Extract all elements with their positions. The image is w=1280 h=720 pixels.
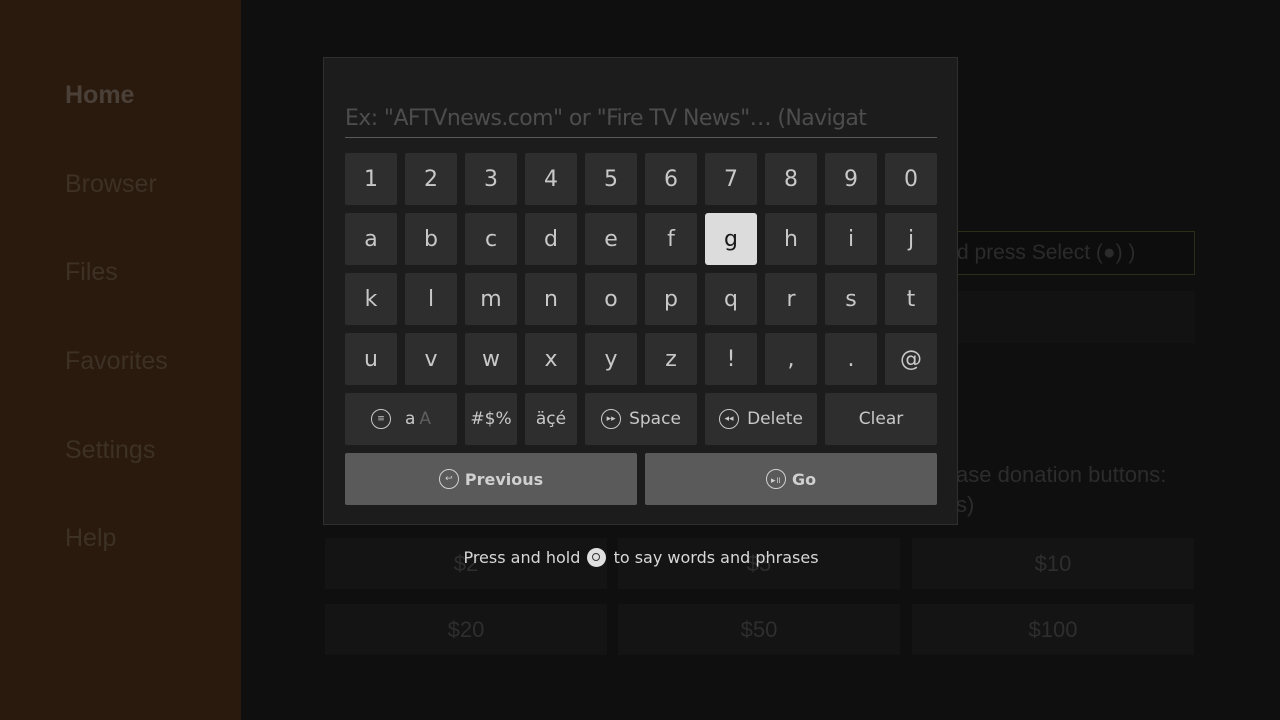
- sidebar: Home Browser Files Favorites Settings He…: [0, 0, 241, 720]
- back-icon: ↩: [438, 469, 459, 489]
- delete-key[interactable]: ◂◂ Delete: [705, 393, 817, 445]
- rewind-icon: ◂◂: [719, 409, 740, 429]
- search-input[interactable]: Ex: "AFTVnews.com" or "Fire TV News"… (N…: [345, 102, 937, 138]
- key-d[interactable]: d: [525, 213, 577, 265]
- key-0[interactable]: 0: [885, 153, 937, 205]
- donate-button-20[interactable]: $20: [325, 604, 607, 655]
- sidebar-item-settings[interactable]: Settings: [65, 436, 155, 465]
- key-c[interactable]: c: [465, 213, 517, 265]
- previous-button[interactable]: ↩ Previous: [345, 453, 637, 505]
- go-button[interactable]: ▸॥ Go: [645, 453, 937, 505]
- key-e[interactable]: e: [585, 213, 637, 265]
- key-@[interactable]: @: [885, 333, 937, 385]
- key-5[interactable]: 5: [585, 153, 637, 205]
- donate-button-100[interactable]: $100: [912, 604, 1194, 655]
- key-.[interactable]: .: [825, 333, 877, 385]
- key-f[interactable]: f: [645, 213, 697, 265]
- sidebar-item-browser[interactable]: Browser: [65, 170, 157, 199]
- key-n[interactable]: n: [525, 273, 577, 325]
- key-g[interactable]: g: [705, 213, 757, 265]
- sidebar-item-home[interactable]: Home: [65, 81, 134, 110]
- clear-key[interactable]: Clear: [825, 393, 937, 445]
- url-input-hint: d press Select (●) ): [957, 241, 1136, 264]
- key-j[interactable]: j: [885, 213, 937, 265]
- donate-button-50[interactable]: $50: [618, 604, 900, 655]
- key-q[interactable]: q: [705, 273, 757, 325]
- key-y[interactable]: y: [585, 333, 637, 385]
- menu-icon: ≡: [370, 409, 391, 429]
- onscreen-keyboard-dialog: Ex: "AFTVnews.com" or "Fire TV News"… (N…: [323, 57, 958, 525]
- donation-text-line2: s): [956, 492, 975, 517]
- key-r[interactable]: r: [765, 273, 817, 325]
- key-2[interactable]: 2: [405, 153, 457, 205]
- key-,[interactable]: ,: [765, 333, 817, 385]
- play-pause-icon: ▸॥: [765, 469, 786, 489]
- voice-hint-after: to say words and phrases: [613, 548, 819, 567]
- donation-description: ase donation buttons: s): [956, 460, 1216, 520]
- key-6[interactable]: 6: [645, 153, 697, 205]
- key-v[interactable]: v: [405, 333, 457, 385]
- key-o[interactable]: o: [585, 273, 637, 325]
- symbols-key[interactable]: #$%: [465, 393, 517, 445]
- key-m[interactable]: m: [465, 273, 517, 325]
- key-a[interactable]: a: [345, 213, 397, 265]
- key-t[interactable]: t: [885, 273, 937, 325]
- go-label: Go: [791, 469, 817, 489]
- case-lower-label: a: [404, 409, 416, 429]
- key-1[interactable]: 1: [345, 153, 397, 205]
- key-7[interactable]: 7: [705, 153, 757, 205]
- key-i[interactable]: i: [825, 213, 877, 265]
- sidebar-item-files[interactable]: Files: [65, 258, 118, 287]
- previous-label: Previous: [464, 469, 544, 489]
- donation-text-line1: ase donation buttons:: [956, 462, 1167, 487]
- space-key[interactable]: ▸▸ Space: [585, 393, 697, 445]
- accents-key[interactable]: äçé: [525, 393, 577, 445]
- voice-hint-before: Press and hold: [463, 548, 581, 567]
- key-z[interactable]: z: [645, 333, 697, 385]
- key-![interactable]: !: [705, 333, 757, 385]
- key-3[interactable]: 3: [465, 153, 517, 205]
- key-4[interactable]: 4: [525, 153, 577, 205]
- key-8[interactable]: 8: [765, 153, 817, 205]
- key-9[interactable]: 9: [825, 153, 877, 205]
- key-h[interactable]: h: [765, 213, 817, 265]
- key-k[interactable]: k: [345, 273, 397, 325]
- fast-forward-icon: ▸▸: [601, 409, 622, 429]
- case-upper-label: A: [419, 409, 432, 429]
- space-label: Space: [629, 409, 681, 429]
- voice-hint: Press and hold to say words and phrases: [0, 548, 1280, 567]
- key-s[interactable]: s: [825, 273, 877, 325]
- url-input-background[interactable]: d press Select (●) ): [956, 231, 1195, 275]
- key-w[interactable]: w: [465, 333, 517, 385]
- key-p[interactable]: p: [645, 273, 697, 325]
- go-button-background[interactable]: [956, 291, 1195, 343]
- search-placeholder: Ex: "AFTVnews.com" or "Fire TV News"… (N…: [345, 106, 867, 131]
- case-toggle-key[interactable]: ≡ aA: [345, 393, 457, 445]
- key-x[interactable]: x: [525, 333, 577, 385]
- microphone-button-icon: [587, 548, 607, 567]
- delete-label: Delete: [747, 409, 803, 429]
- sidebar-item-favorites[interactable]: Favorites: [65, 347, 168, 376]
- key-l[interactable]: l: [405, 273, 457, 325]
- key-b[interactable]: b: [405, 213, 457, 265]
- key-u[interactable]: u: [345, 333, 397, 385]
